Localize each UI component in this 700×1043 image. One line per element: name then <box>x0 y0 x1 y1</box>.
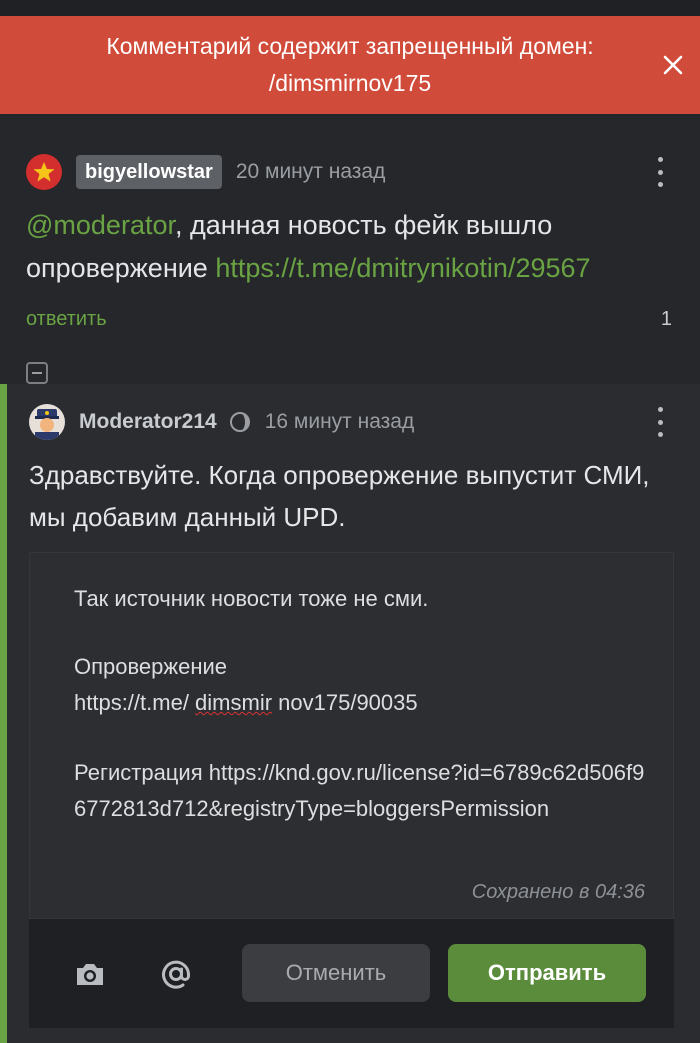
minus-icon <box>32 372 42 374</box>
comment-area: bigyellowstar 20 минут назад @moderator,… <box>0 114 700 1043</box>
avatar[interactable] <box>26 154 62 190</box>
editor-line: Опровержение https://t.me/ dimsmir nov17… <box>74 649 654 721</box>
collapse-thread-button[interactable] <box>26 362 48 384</box>
editor-toolbar: Отменить Отправить <box>29 919 674 1028</box>
kebab-icon[interactable] <box>656 157 664 187</box>
reply-editor: Так источник новости тоже не сми. Опрове… <box>29 552 674 1028</box>
editor-textarea[interactable]: Так источник новости тоже не сми. Опрове… <box>29 552 674 919</box>
moderator-avatar-icon <box>29 404 65 440</box>
send-button[interactable]: Отправить <box>448 944 646 1002</box>
comment-header: bigyellowstar 20 минут назад <box>26 154 385 190</box>
cancel-button[interactable]: Отменить <box>242 944 430 1002</box>
camera-icon[interactable] <box>73 957 107 991</box>
editor-line-url: https://t.me/ dimsmir nov175/90035 <box>74 685 654 721</box>
username[interactable]: bigyellowstar <box>76 155 222 189</box>
mention-link[interactable]: @moderator <box>26 210 175 240</box>
reply-thread: Moderator214 16 минут назад Здравствуйте… <box>0 384 700 1043</box>
reply-header: Moderator214 16 минут назад <box>29 404 414 440</box>
misspelled-word: dimsmir <box>195 690 273 715</box>
error-message: Комментарий содержит запрещенный домен: … <box>106 33 594 96</box>
editor-line-label: Опровержение <box>74 654 228 679</box>
url-part: https://t.me/ <box>74 690 196 715</box>
reply-count: 1 <box>660 308 672 330</box>
editor-line: Так источник новости тоже не сми. <box>74 586 429 611</box>
close-icon[interactable] <box>660 52 686 78</box>
reply-text: Здравствуйте. Когда опровержение выпусти… <box>29 460 650 532</box>
top-strip <box>0 0 700 16</box>
star-icon <box>33 162 55 182</box>
username[interactable]: Moderator214 <box>79 410 217 434</box>
editor-line: Регистрация https://knd.gov.ru/license?i… <box>74 760 645 821</box>
timestamp[interactable]: 20 минут назад <box>236 160 386 184</box>
comment-footer: ответить 1 <box>26 308 672 331</box>
at-icon[interactable] <box>159 957 193 991</box>
external-link[interactable]: https://t.me/dmitrynikotin/29567 <box>215 253 590 283</box>
kebab-icon[interactable] <box>656 407 664 437</box>
avatar[interactable] <box>29 404 65 440</box>
moderator-icon <box>229 412 250 432</box>
comment-text: @moderator, данная новость фейк вышло оп… <box>26 204 676 290</box>
error-banner: Комментарий содержит запрещенный домен: … <box>0 16 700 114</box>
saved-status: Сохранено в 04:36 <box>471 881 645 903</box>
url-part: nov175/90035 <box>272 690 418 715</box>
timestamp[interactable]: 16 минут назад <box>265 410 415 434</box>
reply-button[interactable]: ответить <box>26 308 107 331</box>
